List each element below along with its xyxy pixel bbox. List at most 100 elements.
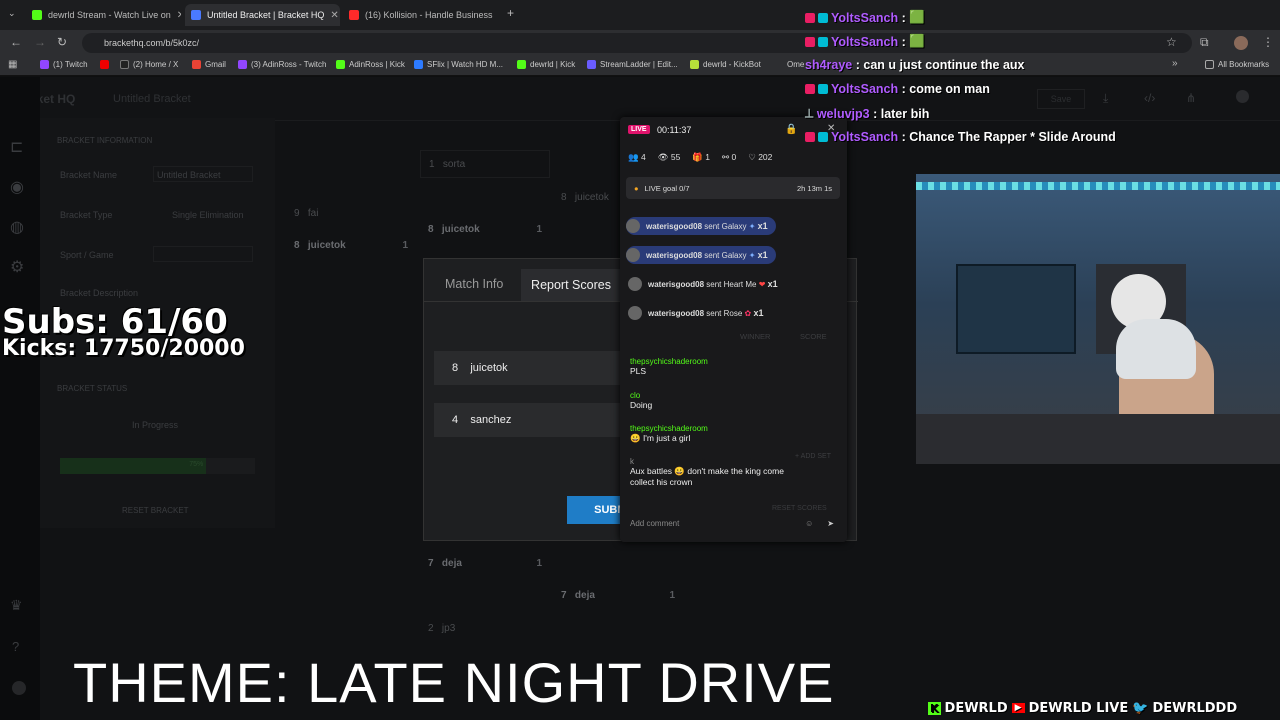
- bracket-slot[interactable]: 2 jp3: [420, 615, 550, 643]
- all-bookmarks[interactable]: All Bookmarks: [1205, 60, 1269, 69]
- left-sidebar: ⊏ ◉ ◍ ⚙ ♛ ?: [0, 77, 40, 720]
- chat-line: ⟂ weluvjp3 : later bih: [805, 106, 930, 121]
- live-goal-bar[interactable]: ● LIVE goal 0/7 2h 13m 1s: [626, 177, 840, 199]
- account-avatar[interactable]: [1236, 90, 1249, 103]
- extensions-icon[interactable]: ⧉: [1200, 35, 1209, 50]
- reset-scores-button[interactable]: RESET SCORES: [772, 505, 827, 512]
- player-row[interactable]: 8 juicetok: [434, 351, 624, 385]
- bookmark-item[interactable]: (2) Home / X: [120, 60, 178, 69]
- chat-line: YoltsSanch : 🟩: [805, 34, 925, 49]
- tab-search-icon[interactable]: ⌄: [8, 8, 16, 19]
- gear-icon[interactable]: ⚙: [10, 257, 24, 277]
- kick-live-popup: LIVE 00:11:37 🔒 ✕ 👥 4 👁 55 🎁 1 ⚯ 0 ♡ 202…: [620, 117, 847, 542]
- bookmark-item[interactable]: (3) AdinRoss - Twitch: [238, 60, 326, 69]
- send-icon[interactable]: ➤: [827, 519, 834, 528]
- crown-icon[interactable]: ♛: [10, 597, 23, 614]
- bracket-slot[interactable]: 8 juicetok: [553, 184, 623, 212]
- bracket-title[interactable]: Untitled Bracket: [113, 93, 191, 105]
- twitch-chat-overlay: YoltsSanch : 🟩 YoltsSanch : 🟩 sh4raye : …: [805, 10, 1155, 150]
- palette-icon[interactable]: ◍: [10, 217, 24, 237]
- desk: [916, 414, 1280, 464]
- close-icon[interactable]: ✕: [324, 10, 338, 21]
- bookmark-item[interactable]: [100, 60, 113, 69]
- tab-report-scores[interactable]: Report Scores: [521, 269, 621, 301]
- status-badge: In Progress: [132, 420, 179, 430]
- youtube-logo-icon: ▶: [1011, 703, 1025, 713]
- social-handle: DEWRLD LIVE: [1028, 700, 1129, 716]
- bracket-slot[interactable]: 1 sorta: [420, 150, 550, 178]
- led-strip: [916, 182, 1280, 190]
- reset-bracket-button[interactable]: RESET BRACKET: [122, 506, 189, 515]
- tab-youtube[interactable]: (16) Kollision - Handle Business✕: [343, 4, 498, 26]
- stream-timer: 00:11:37: [657, 125, 692, 135]
- bookmark-item[interactable]: dewrld | Kick: [517, 60, 575, 69]
- share-icon[interactable]: ⋔: [1186, 91, 1196, 105]
- theme-banner: THEME: LATE NIGHT DRIVE: [73, 651, 835, 714]
- field-label: Sport / Game: [60, 250, 114, 260]
- close-icon[interactable]: ✕: [171, 10, 181, 21]
- bookmark-item[interactable]: Ome: [787, 60, 804, 69]
- beanie: [1116, 319, 1196, 379]
- tab-kick[interactable]: dewrld Stream - Watch Live on ✕: [26, 4, 181, 26]
- lock-icon[interactable]: 🔒: [785, 124, 797, 135]
- section-header: BRACKET STATUS: [57, 384, 128, 393]
- user-icon[interactable]: [12, 681, 26, 695]
- bookmark-item[interactable]: SFlix | Watch HD M...: [414, 60, 503, 69]
- chat-line: sh4raye : can u just continue the aux: [805, 58, 1025, 72]
- add-comment-input[interactable]: Add comment ☺ ➤: [626, 514, 840, 532]
- gift-event: waterisgood08 sent Rose ✿ x1: [628, 304, 763, 322]
- menu-icon[interactable]: ⋮: [1262, 35, 1274, 49]
- gift-event: waterisgood08 sent Galaxy ✦ x1: [626, 246, 776, 264]
- socials-bar: K DEWRLD ▶ DEWRLD LIVE 🐦 DEWRLDDD: [928, 698, 1237, 718]
- bookmark-item[interactable]: AdinRoss | Kick: [336, 60, 405, 69]
- wall-poster: [956, 264, 1076, 354]
- bracket-slot[interactable]: 9 fai: [286, 200, 416, 228]
- twitter-logo-icon: 🐦: [1132, 700, 1149, 716]
- emoji-icon[interactable]: ☺: [805, 519, 813, 528]
- social-handle: DEWRLD: [944, 700, 1008, 716]
- sport-input[interactable]: [153, 246, 253, 262]
- goal-icon: ●: [634, 183, 639, 193]
- webcam-feed: [916, 174, 1280, 464]
- bracket-slot[interactable]: 8 juicetok 1: [420, 216, 550, 244]
- bracket-slot[interactable]: 8 juicetok 1: [286, 232, 416, 260]
- help-icon[interactable]: ?: [12, 639, 19, 654]
- field-label: Bracket Type: [60, 210, 113, 220]
- bookmark-item[interactable]: (1) Twitch: [40, 60, 88, 69]
- chat-message: thepsychicshaderoom 😀 I'm just a girl: [630, 424, 708, 443]
- bracket-slot[interactable]: 7 deja 1: [420, 550, 550, 578]
- tab-match-info[interactable]: Match Info: [445, 277, 503, 291]
- new-tab-icon[interactable]: +: [507, 6, 514, 20]
- avatar[interactable]: [1234, 36, 1248, 50]
- tab-brackethq[interactable]: Untitled Bracket | Bracket HQ ✕: [185, 4, 340, 26]
- viewers-stat: 👁 55: [657, 152, 681, 162]
- back-icon[interactable]: ←: [10, 35, 22, 49]
- bracket-slot[interactable]: 7 deja 1: [553, 582, 683, 610]
- field-label: Bracket Name: [60, 170, 118, 180]
- bookmark-item[interactable]: Gmail: [192, 60, 226, 69]
- section-header: BRACKET INFORMATION: [57, 136, 153, 145]
- game-icon[interactable]: ◉: [10, 177, 24, 197]
- player-row[interactable]: 4 sanchez: [434, 403, 624, 437]
- bookmark-star-icon[interactable]: ☆: [1166, 35, 1177, 49]
- likes-stat: ♡ 202: [748, 152, 773, 162]
- reload-icon[interactable]: ↻: [57, 35, 67, 49]
- chat-line: YoltsSanch : 🟩: [805, 10, 925, 25]
- bracket-type-select[interactable]: Single Elimination: [172, 210, 244, 220]
- forward-icon[interactable]: →: [34, 35, 46, 49]
- kick-favicon-icon: [32, 10, 42, 20]
- bookmark-item[interactable]: dewrld - KickBot: [690, 60, 761, 69]
- bracket-name-input[interactable]: Untitled Bracket: [153, 166, 253, 182]
- chat-message: thepsychicshaderoom PLS: [630, 357, 708, 376]
- social-handle: DEWRLDDD: [1152, 700, 1238, 716]
- bookmark-item[interactable]: StreamLadder | Edit...: [587, 60, 678, 69]
- close-icon[interactable]: ✕: [493, 10, 498, 21]
- bracket-icon[interactable]: ⊏: [10, 137, 23, 157]
- chevron-right-icon[interactable]: »: [1172, 58, 1178, 69]
- apps-icon[interactable]: ▦: [8, 59, 17, 70]
- chat-line: YoltsSanch : come on man: [805, 82, 990, 96]
- progress-fill: 75%: [60, 458, 207, 474]
- score-column-header: SCORE: [800, 332, 827, 341]
- gifts-stat: 🎁 1: [692, 152, 710, 162]
- kicks-counter: Kicks: 17750/20000: [2, 336, 245, 361]
